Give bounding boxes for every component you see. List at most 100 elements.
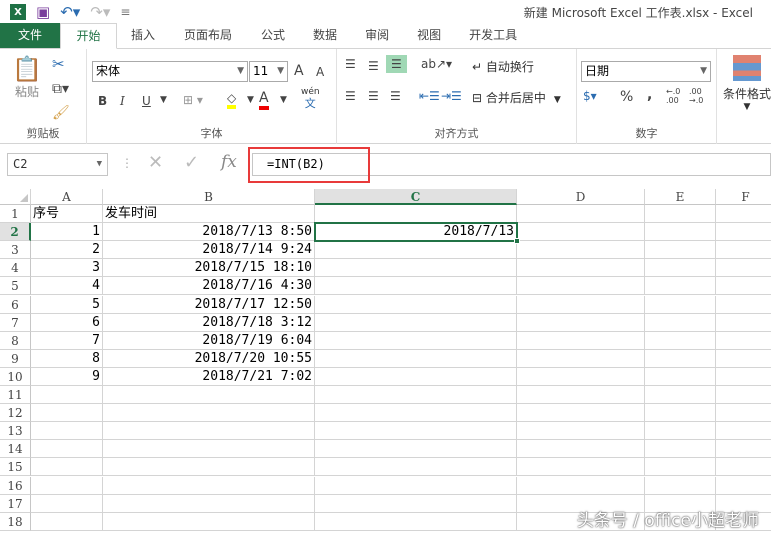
cell-A7[interactable]: 6 (31, 313, 103, 332)
insert-function-button[interactable]: fx (221, 152, 237, 172)
row-header-2[interactable]: 2 (0, 223, 31, 242)
cell-C3[interactable] (315, 241, 517, 260)
font-name-dropdown[interactable]: 宋体 ▼ (92, 61, 248, 82)
select-all-corner[interactable] (0, 189, 31, 205)
cell-B10[interactable]: 2018/7/21 7:02 (103, 367, 315, 386)
cell-C15[interactable] (315, 458, 517, 477)
row-header-17[interactable]: 17 (0, 494, 31, 513)
cell-B4[interactable]: 2018/7/15 18:10 (103, 259, 315, 278)
wrap-text-button[interactable]: ↵ 自动换行 (472, 58, 534, 75)
save-icon[interactable]: ▣ (36, 3, 50, 21)
customize-qat-icon[interactable]: ≡ (120, 5, 130, 19)
cell-D7[interactable] (517, 313, 645, 332)
paste-button[interactable]: 📋 粘贴 (10, 55, 44, 100)
cell-B3[interactable]: 2018/7/14 9:24 (103, 241, 315, 260)
cell-E4[interactable] (645, 259, 716, 278)
cell-E13[interactable] (645, 422, 716, 441)
row-header-14[interactable]: 14 (0, 440, 31, 459)
cell-B7[interactable]: 2018/7/18 3:12 (103, 313, 315, 332)
decrease-decimal-button[interactable]: .00 →.0 (689, 87, 707, 105)
align-middle-icon[interactable]: ☰ (368, 59, 379, 73)
row-header-9[interactable]: 9 (0, 349, 31, 368)
cell-D12[interactable] (517, 404, 645, 423)
cell-E10[interactable] (645, 367, 716, 386)
cell-F9[interactable] (716, 350, 771, 368)
row-header-11[interactable]: 11 (0, 386, 31, 405)
align-bottom-icon[interactable]: ☰ (386, 55, 407, 73)
cell-E3[interactable] (645, 241, 716, 260)
row-header-13[interactable]: 13 (0, 422, 31, 441)
row-header-3[interactable]: 3 (0, 241, 31, 260)
fill-color-icon[interactable]: ◇ (227, 91, 237, 109)
cell-E5[interactable] (645, 277, 716, 296)
cell-B1[interactable]: 发车时间 (103, 205, 315, 224)
row-header-8[interactable]: 8 (0, 331, 31, 350)
cell-C7[interactable] (315, 313, 517, 332)
cell-C18[interactable] (315, 512, 517, 531)
column-header-E[interactable]: E (645, 189, 716, 205)
tab-review[interactable]: 审阅 (351, 23, 403, 48)
cell-A6[interactable]: 5 (31, 295, 103, 314)
cell-A5[interactable]: 4 (31, 277, 103, 296)
tab-home[interactable]: 开始 (60, 23, 117, 49)
cell-A12[interactable] (31, 404, 103, 423)
font-color-dropdown-icon[interactable]: ▼ (280, 95, 287, 105)
cell-E7[interactable] (645, 313, 716, 332)
cell-F12[interactable] (716, 404, 771, 423)
cell-F13[interactable] (716, 422, 771, 441)
cell-D13[interactable] (517, 422, 645, 441)
cut-icon[interactable]: ✂ (52, 55, 65, 73)
cell-D3[interactable] (517, 241, 645, 260)
borders-icon[interactable]: ⊞ ▾ (183, 93, 203, 107)
decrease-indent-icon[interactable]: ⇤☰ (419, 89, 440, 103)
cell-B5[interactable]: 2018/7/16 4:30 (103, 277, 315, 296)
cell-C17[interactable] (315, 494, 517, 513)
row-header-5[interactable]: 5 (0, 277, 31, 296)
cell-D1[interactable] (517, 205, 645, 224)
cell-C1[interactable] (315, 205, 517, 224)
grow-font-button[interactable]: A (294, 63, 304, 79)
cell-A16[interactable] (31, 476, 103, 495)
conditional-formatting-button[interactable]: 条件格式 ▼ (720, 55, 771, 112)
cell-B13[interactable] (103, 422, 315, 441)
shrink-font-button[interactable]: A (316, 65, 324, 79)
cell-B11[interactable] (103, 386, 315, 405)
percent-button[interactable]: % (620, 89, 633, 105)
increase-indent-icon[interactable]: ⇥☰ (441, 89, 462, 103)
row-header-16[interactable]: 16 (0, 476, 31, 495)
copy-icon[interactable]: ⧉▾ (52, 81, 69, 97)
cell-E14[interactable] (645, 440, 716, 459)
cell-C8[interactable] (315, 331, 517, 350)
cell-A2[interactable]: 1 (31, 223, 103, 242)
column-header-D[interactable]: D (517, 189, 645, 205)
row-header-6[interactable]: 6 (0, 295, 31, 314)
accounting-format-icon[interactable]: $▾ (583, 89, 597, 103)
tab-file[interactable]: 文件 (0, 23, 60, 48)
cell-B8[interactable]: 2018/7/19 6:04 (103, 331, 315, 350)
cell-D11[interactable] (517, 386, 645, 405)
column-header-A[interactable]: A (31, 189, 103, 205)
cell-F7[interactable] (716, 314, 771, 332)
cancel-icon[interactable]: ✕ (148, 152, 163, 173)
cell-D9[interactable] (517, 349, 645, 368)
fill-handle[interactable] (514, 238, 520, 245)
cell-E16[interactable] (645, 476, 716, 495)
cell-E11[interactable] (645, 386, 716, 405)
redo-icon[interactable]: ↷▾ (90, 3, 110, 21)
cell-F4[interactable] (716, 259, 771, 278)
cell-D5[interactable] (517, 277, 645, 296)
merge-center-button[interactable]: ⊟ 合并后居中 ▼ (472, 89, 561, 106)
cell-A15[interactable] (31, 458, 103, 477)
comma-button[interactable]: , (647, 87, 652, 103)
cell-A11[interactable] (31, 386, 103, 405)
align-right-icon[interactable]: ☰ (390, 89, 401, 103)
cell-F14[interactable] (716, 440, 771, 459)
cell-F6[interactable] (716, 296, 771, 314)
cell-E1[interactable] (645, 205, 716, 224)
cell-E12[interactable] (645, 404, 716, 423)
cell-E6[interactable] (645, 295, 716, 314)
cell-D16[interactable] (517, 476, 645, 495)
italic-button[interactable]: I (120, 94, 125, 108)
cell-E8[interactable] (645, 331, 716, 350)
row-header-15[interactable]: 15 (0, 458, 31, 477)
